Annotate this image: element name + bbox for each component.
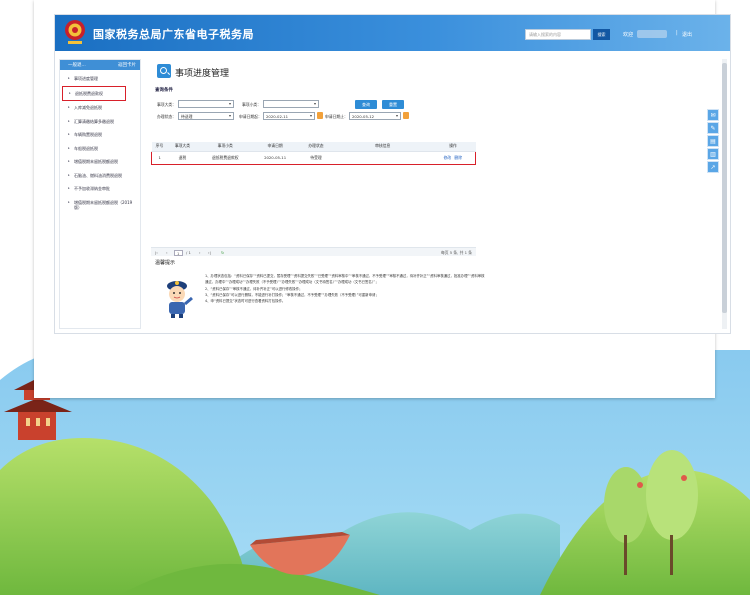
delete-link[interactable]: 删除 [454,155,462,160]
status-label: 办理状态： [157,114,176,119]
chart-icon[interactable]: ▥ [707,148,719,160]
cell-no: 1 [151,150,168,165]
site-title: 国家税务总局广东省电子税务局 [93,28,254,41]
username-redacted [637,30,667,38]
column-header: 事项大类 [167,142,198,152]
sidebar-back-button[interactable]: 一般退... [68,62,86,68]
floating-toolbar: ✉ ✎ ▤ ▥ ↗ [707,109,719,174]
reset-button[interactable]: 重置 [382,100,404,109]
warm-tips-title: 温馨提示 [155,260,176,266]
page-title: 事项进度管理 [175,69,230,79]
share-icon[interactable]: ↗ [707,161,719,173]
column-header: 事项小类 [197,142,254,152]
sidebar-item-naphtha-fuel[interactable]: 石脑油、燃料油消费税退税 [60,169,140,183]
table-header-row: 序号 事项大类 事项小类 申请日期 办理状态 审核信息 操作 [151,142,476,152]
warm-tips-text: 1、办理状态包括：“资料已保存”“资料已提交，暂存受理”“资料提交失败”“已受理… [205,273,485,304]
calendar-icon[interactable] [403,112,409,119]
page-number-value: 1 [177,250,180,256]
cell-category: 退税 [167,150,198,165]
category-select[interactable] [178,100,234,108]
return-card-link[interactable]: 返回卡片 [118,62,136,68]
message-icon[interactable]: ✉ [707,109,719,121]
column-header: 申请日期 [253,142,298,152]
column-header: 序号 [151,142,168,152]
sidebar-item-vat-credit[interactable]: 增值税期末留抵税额退税 [60,155,140,169]
query-button[interactable]: 查询 [355,100,377,109]
apply-start-input[interactable]: 2020-02-11 [263,112,315,120]
edit-icon[interactable]: ✎ [707,122,719,134]
sidebar-item-refund-rights[interactable]: 退抵税费退款权 [62,85,126,101]
last-page-button[interactable]: ›| [208,250,211,255]
apply-start-label: 申请日期起： [239,114,262,119]
header-search-button[interactable]: 搜索 [593,29,610,40]
apply-end-input[interactable]: 2020-05-12 [349,112,401,120]
cell-actions: 修改 删除 [430,150,476,165]
sidebar-item-settlement-refund[interactable]: 汇算清缴结算多缴退税 [60,115,140,129]
header-divider: | [676,30,678,36]
sidebar-header: 一般退... 返回卡片 [60,60,140,70]
header-search-input[interactable]: 请输入搜索的内容 [525,29,591,40]
tip-line: 4、申“资料已提交”状态时可进行查看资料打包操作。 [205,299,286,304]
main-content: 事项进度管理 查询条件 事项大类： 事项小类： 查询 重置 办理状态： 待送理 … [151,59,721,333]
page-number-input[interactable]: 1 [174,249,183,256]
sidebar-item-vat-credit-2019[interactable]: 增值税期末留抵税额退税（2019版） [60,196,140,215]
tax-emblem-icon [65,20,85,44]
search-icon [157,64,171,78]
pagination-bar: |‹ ‹ 1 / 1 › ›| ↻ 每页 5 条, 共 1 条 [151,247,476,256]
sidebar: 一般退... 返回卡片 事项进度管理 退抵税费退款权 入库减免退抵税 汇算清缴结… [59,59,141,329]
subtype-label: 事项小类： [242,102,261,107]
refresh-icon[interactable]: ↻ [221,250,224,255]
sidebar-item-vehicle-vessel[interactable]: 车船税退抵税 [60,142,140,156]
sidebar-item-late-fee[interactable]: 不予加收滞纳金审批 [60,182,140,196]
sidebar-item-progress[interactable]: 事项进度管理 [60,72,140,86]
document-icon[interactable]: ▤ [707,135,719,147]
category-label: 事项大类： [157,102,176,107]
sidebar-item-reduction-refund[interactable]: 入库减免退抵税 [60,101,140,115]
page-summary: 每页 5 条, 共 1 条 [440,250,472,255]
etax-window: 国家税务总局广东省电子税务局 请输入搜索的内容 搜索 欢迎 | 退出 一般退..… [54,14,731,334]
page-total: / 1 [186,250,191,255]
calendar-icon[interactable] [317,112,323,119]
screenshot-frame: 国家税务总局广东省电子税务局 请输入搜索的内容 搜索 欢迎 | 退出 一般退..… [34,0,731,398]
query-section-title: 查询条件 [155,88,173,93]
prev-page-button[interactable]: ‹ [166,250,168,255]
sidebar-item-vehicle-purchase[interactable]: 车辆购置税退税 [60,128,140,142]
cell-subtype: 退抵税费退款权 [197,150,254,165]
vertical-scrollbar[interactable] [722,59,727,329]
edit-link[interactable]: 修改 [444,155,452,160]
scrollbar-thumb[interactable] [722,63,727,313]
next-page-button[interactable]: › [199,250,201,255]
table-row: 1 退税 退抵税费退款权 2020-05-11 待受理 修改 删除 [151,150,476,165]
column-header: 操作 [430,142,476,152]
column-header: 办理状态 [297,142,335,152]
status-select[interactable]: 待送理 [178,112,234,120]
cell-review [334,150,431,165]
sidebar-menu: 事项进度管理 退抵税费退款权 入库减免退抵税 汇算清缴结算多缴退税 车辆购置税退… [60,70,140,215]
header-bar: 国家税务总局广东省电子税务局 请输入搜索的内容 搜索 欢迎 | 退出 [55,15,730,51]
cell-date: 2020-05-11 [253,150,298,165]
tip-line: 1、办理状态包括：“资料已保存”“资料已提交，暂存受理”“资料提交失败”“已受理… [205,274,485,285]
cell-status: 待受理 [297,150,335,165]
welcome-text: 欢迎 [623,32,634,38]
first-page-button[interactable]: |‹ [155,250,158,255]
column-header: 审核信息 [334,142,431,152]
logout-link[interactable]: 退出 [682,31,692,38]
apply-end-label: 申请日期止： [325,114,348,119]
tax-officer-mascot-icon [167,281,193,318]
subtype-select[interactable] [263,100,319,108]
progress-table: 序号 事项大类 事项小类 申请日期 办理状态 审核信息 操作 1 退税 退抵税费… [151,142,476,165]
